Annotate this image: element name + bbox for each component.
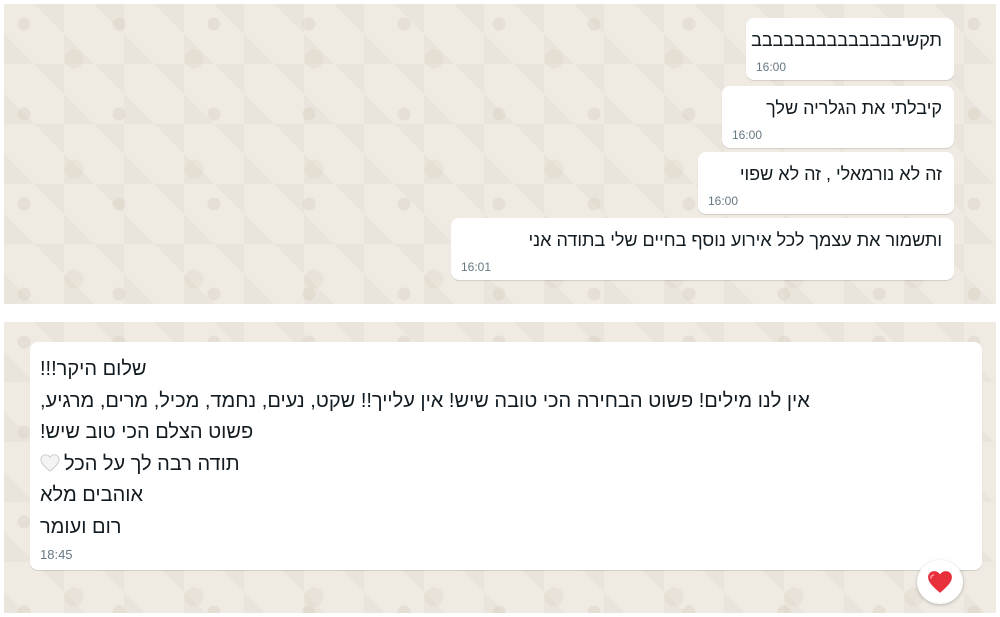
- message-line-with-heart: תודה רבה לך על הכל: [40, 449, 974, 481]
- message-line: שלום היקר!!!: [40, 358, 147, 380]
- reaction-badge[interactable]: [917, 560, 963, 604]
- message-text: קיבלתי את הגלריה שלך: [766, 98, 942, 118]
- message-text: ותשמור את עצמך לכל אירוע נוסף בחיים שלי …: [528, 230, 942, 250]
- message-text: תקשיבבבבבבבבבבבבבב: [751, 30, 942, 50]
- red-heart-icon: [928, 571, 952, 593]
- message-line: פשוט הצלם הכי טוב שיש!: [40, 421, 254, 443]
- message-time: 16:00: [708, 194, 739, 208]
- white-heart-icon: [40, 453, 60, 472]
- message-bubble[interactable]: תקשיבבבבבבבבבבבבבב 16:00: [746, 18, 954, 80]
- message-time: 16:00: [732, 128, 763, 142]
- message-bubble[interactable]: קיבלתי את הגלריה שלך 16:00: [722, 86, 954, 148]
- chat-panel-bottom: שלום היקר!!! אין לנו מילים! פשוט הבחירה …: [4, 322, 996, 613]
- message-time: 16:01: [461, 260, 492, 274]
- message-body: שלום היקר!!! אין לנו מילים! פשוט הבחירה …: [40, 354, 974, 543]
- message-line-text: תודה רבה לך על הכל: [64, 452, 240, 475]
- message-line: אוהבים מלא: [40, 484, 144, 506]
- message-time: 16:00: [756, 60, 787, 74]
- message-text: זה לא נורמאלי , זה לא שפוי: [739, 164, 942, 184]
- message-bubble[interactable]: שלום היקר!!! אין לנו מילים! פשוט הבחירה …: [30, 342, 982, 570]
- message-time: 18:45: [40, 547, 73, 562]
- message-bubble[interactable]: ותשמור את עצמך לכל אירוע נוסף בחיים שלי …: [451, 218, 954, 280]
- message-bubble[interactable]: זה לא נורמאלי , זה לא שפוי 16:00: [698, 152, 954, 214]
- message-line: אין לנו מילים! פשוט הבחירה הכי טובה שיש!…: [40, 389, 810, 412]
- chat-panel-top: תקשיבבבבבבבבבבבבבב 16:00 קיבלתי את הגלרי…: [4, 4, 996, 304]
- message-line: רום ועומר: [40, 515, 122, 538]
